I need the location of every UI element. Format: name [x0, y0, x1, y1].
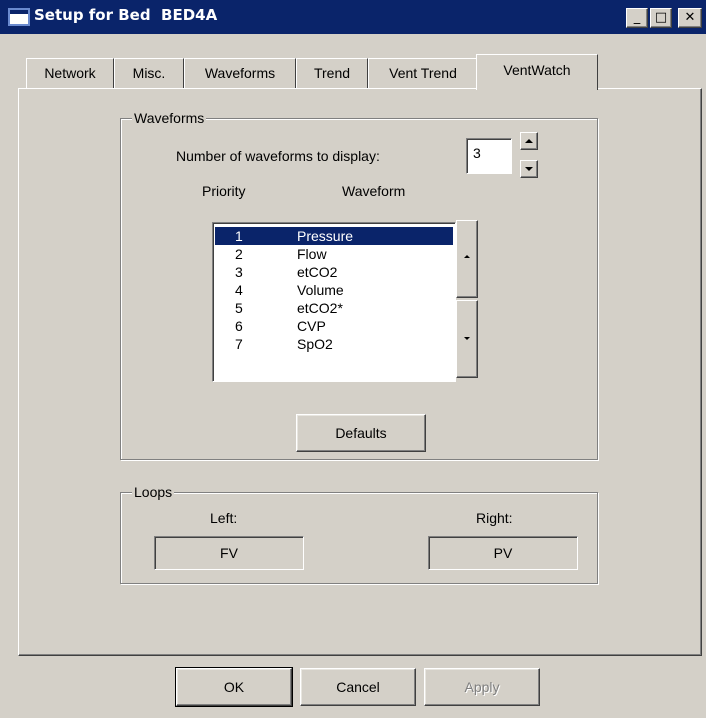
list-item[interactable]: 2 Flow [215, 245, 453, 263]
list-item-priority: 3 [235, 264, 243, 280]
list-item-waveform: CVP [297, 318, 326, 334]
apply-button[interactable]: Apply [424, 668, 540, 706]
cancel-button-label: Cancel [336, 679, 380, 695]
list-item-waveform: Volume [297, 282, 344, 298]
loop-left-value: FV [220, 545, 238, 561]
list-item[interactable]: 4 Volume [215, 281, 453, 299]
list-item-waveform: Pressure [297, 228, 354, 244]
cancel-button[interactable]: Cancel [300, 668, 416, 706]
tab-vent-trend[interactable]: Vent Trend [368, 58, 478, 88]
list-item-priority: 1 [235, 228, 243, 244]
tab-network[interactable]: Network [26, 58, 114, 88]
loop-right-value: PV [493, 545, 513, 561]
tab-misc[interactable]: Misc. [114, 58, 184, 88]
waveforms-group-title: Waveforms [132, 110, 207, 126]
minimize-icon: _ [633, 10, 641, 25]
list-item-waveform: etCO2 [297, 264, 338, 280]
list-item-waveform: etCO2* [297, 300, 343, 316]
arrow-up-icon [525, 139, 533, 143]
list-item[interactable]: 5 etCO2* [215, 299, 453, 317]
arrow-down-icon [525, 167, 533, 171]
list-item-priority: 7 [235, 336, 243, 352]
list-item-priority: 4 [235, 282, 243, 298]
maximize-button[interactable]: □ [650, 8, 672, 28]
close-button[interactable]: ✕ [678, 8, 702, 28]
loop-left-label: Left: [210, 510, 238, 526]
tab-ventwatch[interactable]: VentWatch [476, 54, 598, 90]
waveform-count-value: 3 [473, 145, 481, 161]
tab-trend[interactable]: Trend [296, 58, 368, 88]
waveform-priority-list[interactable]: 1 Pressure 2 Flow 3 etCO2 4 Volume 5 etC… [212, 222, 456, 382]
spin-down-button[interactable] [520, 160, 538, 178]
move-up-button[interactable] [456, 220, 478, 298]
move-down-button[interactable] [456, 300, 478, 378]
loop-left-select[interactable]: FV [154, 536, 304, 570]
arrow-down-icon [464, 337, 470, 340]
loop-right-label: Right: [476, 510, 513, 526]
list-item-waveform: SpO2 [297, 336, 333, 352]
window-icon [8, 8, 30, 26]
loops-group-title: Loops [132, 484, 175, 500]
list-item[interactable]: 3 etCO2 [215, 263, 453, 281]
list-item[interactable]: 6 CVP [215, 317, 453, 335]
title-bar[interactable]: Setup for Bed BED4A _ □ ✕ [0, 0, 706, 34]
tab-waveforms[interactable]: Waveforms [184, 58, 296, 88]
waveform-header: Waveform [342, 183, 406, 199]
arrow-up-icon [464, 255, 470, 258]
list-item[interactable]: 1 Pressure [215, 227, 453, 245]
ok-button-label: OK [223, 679, 245, 695]
defaults-button[interactable]: Defaults [296, 414, 426, 452]
priority-header: Priority [202, 183, 246, 199]
loop-right-select[interactable]: PV [428, 536, 578, 570]
list-item-priority: 2 [235, 246, 243, 262]
window-title: Setup for Bed BED4A [34, 6, 218, 24]
list-item-waveform: Flow [297, 246, 327, 262]
close-icon: ✕ [684, 10, 696, 25]
list-item-priority: 6 [235, 318, 243, 334]
maximize-icon: □ [654, 10, 668, 25]
waveform-count-input[interactable]: 3 [466, 138, 512, 174]
ok-button[interactable]: OK [175, 667, 293, 707]
list-item[interactable]: 7 SpO2 [215, 335, 453, 353]
defaults-button-label: Defaults [335, 425, 387, 441]
waveform-count-label: Number of waveforms to display: [176, 148, 380, 164]
list-item-priority: 5 [235, 300, 243, 316]
spin-up-button[interactable] [520, 132, 538, 150]
apply-button-label: Apply [464, 679, 500, 695]
minimize-button[interactable]: _ [626, 8, 648, 28]
